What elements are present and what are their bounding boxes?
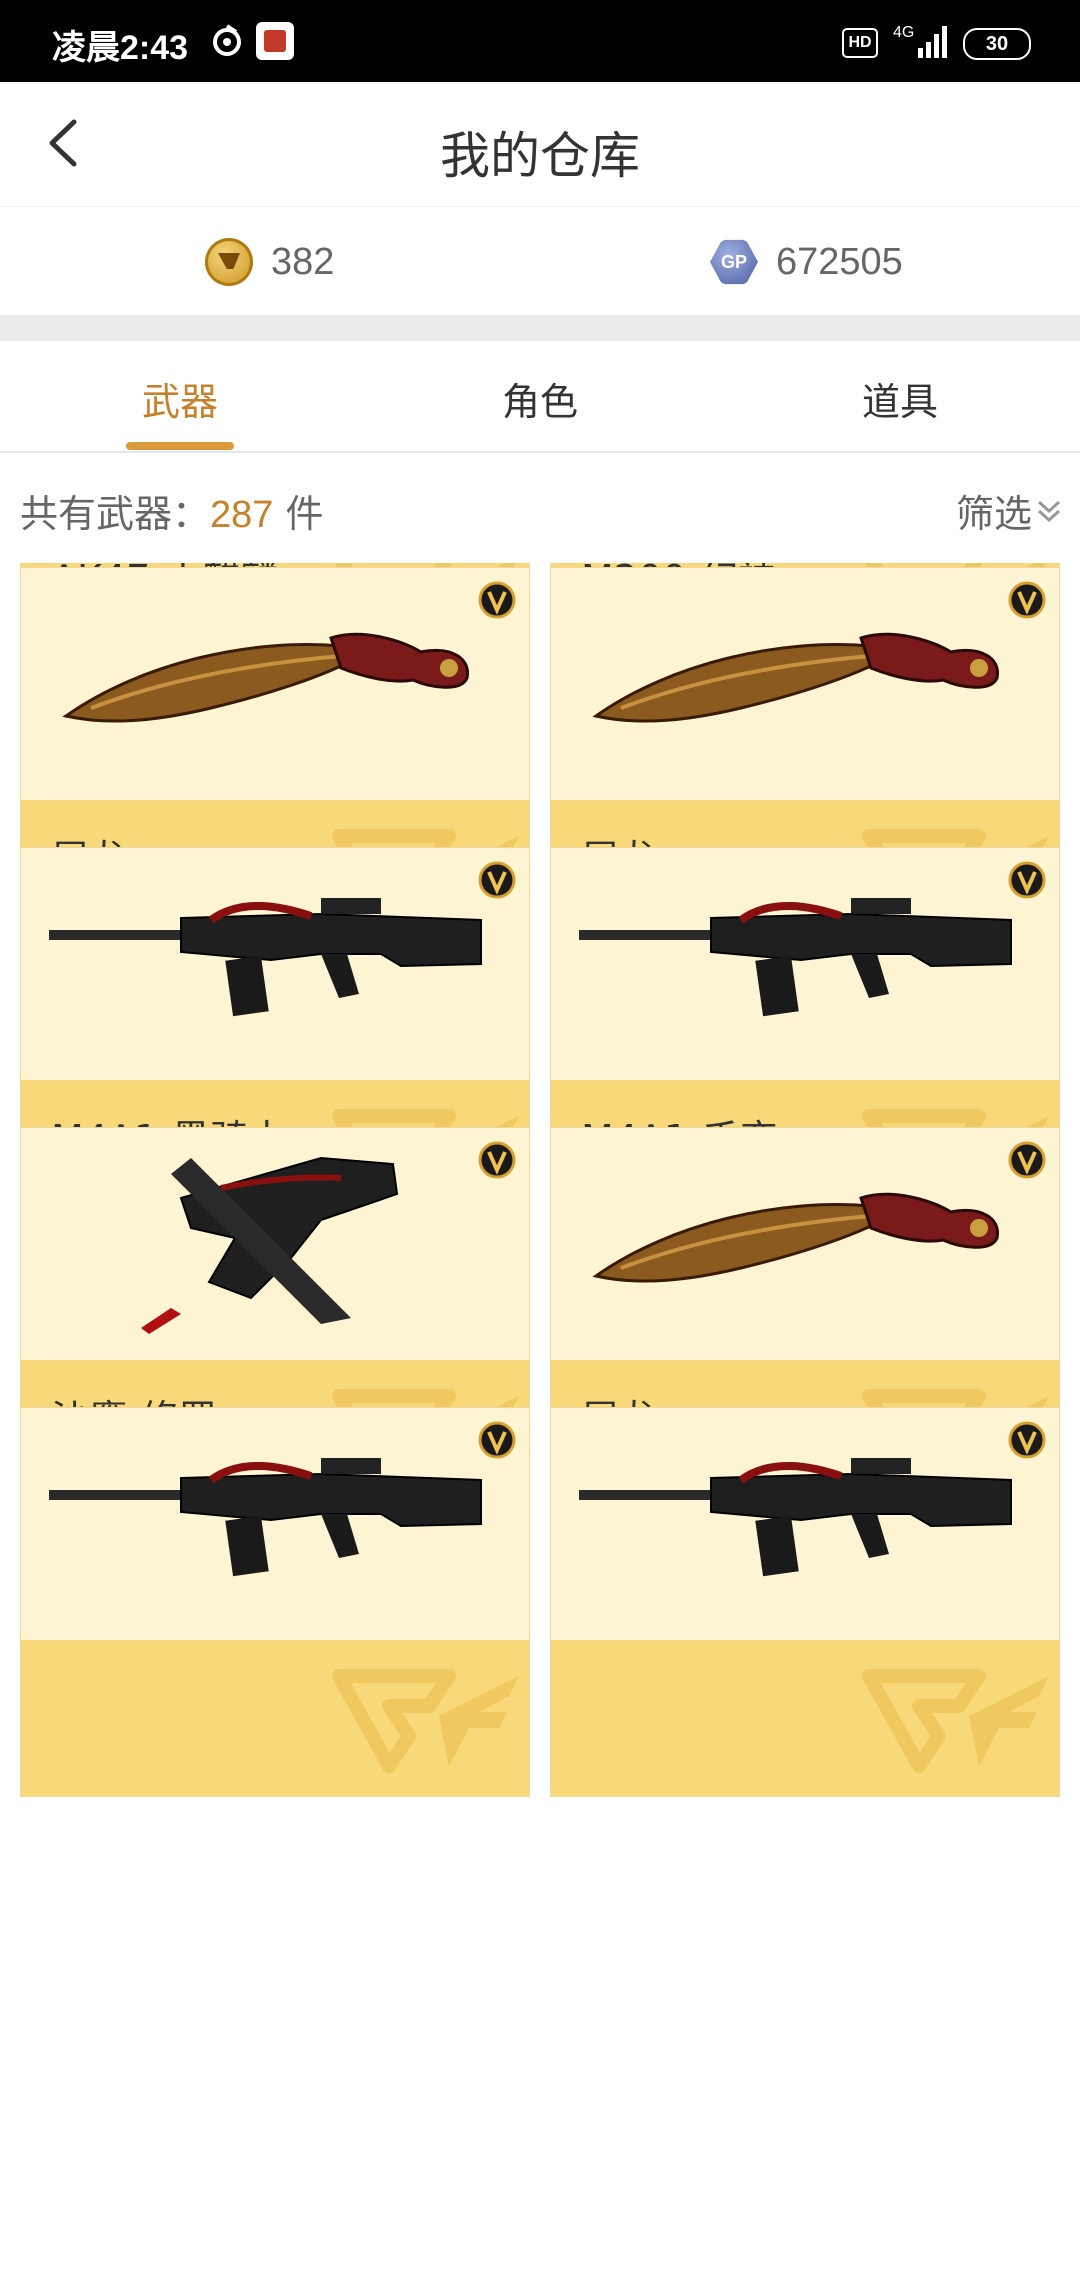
gp-balance-value: 672505 bbox=[776, 240, 903, 283]
weapon-image bbox=[551, 1408, 1059, 1640]
weapon-count-value: 287 bbox=[210, 494, 274, 536]
filter-label: 筛选 bbox=[955, 492, 1032, 536]
vip-badge-icon bbox=[478, 1141, 516, 1179]
cf-balance-value: 382 bbox=[271, 240, 335, 283]
weapon-info bbox=[551, 1640, 1059, 1796]
category-tabs: 武器 角色 道具 bbox=[0, 341, 1080, 453]
weapon-image bbox=[21, 568, 529, 800]
filter-button[interactable]: 筛选 bbox=[956, 483, 1062, 538]
weapon-info bbox=[21, 1640, 529, 1796]
filter-bar: 共有武器：287 件 筛选 bbox=[0, 453, 1080, 563]
vip-badge-icon bbox=[478, 861, 516, 899]
cf-watermark-icon bbox=[332, 1669, 519, 1773]
cf-coin-icon bbox=[205, 238, 253, 286]
notification-app-icon-2 bbox=[256, 22, 294, 60]
gp-coin-icon: GP bbox=[710, 239, 758, 285]
tab-weapons[interactable]: 武器 bbox=[0, 371, 360, 426]
tab-items[interactable]: 道具 bbox=[720, 371, 1080, 426]
hd-icon: HD bbox=[842, 28, 878, 58]
weapon-image bbox=[21, 1408, 529, 1640]
currency-bar: 382 GP 672505 bbox=[0, 207, 1080, 315]
cf-balance: 382 bbox=[205, 237, 334, 287]
tab-characters[interactable]: 角色 bbox=[360, 371, 720, 426]
vip-badge-icon bbox=[478, 581, 516, 619]
vip-badge-icon bbox=[1008, 581, 1046, 619]
signal-icon bbox=[918, 24, 948, 58]
app-header: 我的仓库 bbox=[0, 82, 1080, 207]
notification-app-icon bbox=[213, 24, 241, 56]
weapon-image bbox=[551, 1128, 1059, 1360]
vip-badge-icon bbox=[1008, 1141, 1046, 1179]
cf-watermark-icon bbox=[862, 1669, 1049, 1773]
vip-badge-icon bbox=[1008, 861, 1046, 899]
weapon-count: 共有武器：287 件 bbox=[20, 483, 324, 538]
gp-balance: GP 672505 bbox=[710, 237, 903, 287]
weapon-count-label: 共有武器： bbox=[20, 492, 211, 536]
status-bar: 凌晨2:43 HD 4G 30 bbox=[0, 0, 1080, 82]
weapon-card[interactable] bbox=[550, 1407, 1060, 1797]
battery-icon: 30 bbox=[963, 28, 1031, 60]
status-time: 凌晨2:43 bbox=[52, 29, 189, 67]
active-tab-indicator bbox=[126, 442, 234, 450]
weapon-image bbox=[551, 568, 1059, 800]
weapon-image bbox=[21, 1128, 529, 1360]
double-chevron-down-icon bbox=[1037, 500, 1061, 522]
vip-badge-icon bbox=[478, 1421, 516, 1459]
vip-badge-icon bbox=[1008, 1421, 1046, 1459]
section-divider bbox=[0, 315, 1080, 341]
weapon-grid: AK47-火麒麟永久M200-幻神永久屠龙29天14小时屠龙29天14小时M4A… bbox=[0, 563, 1080, 2280]
weapon-image bbox=[551, 848, 1059, 1080]
weapon-count-unit: 件 bbox=[273, 492, 324, 536]
network-type: 4G bbox=[893, 24, 915, 41]
weapon-image bbox=[21, 848, 529, 1080]
page-title: 我的仓库 bbox=[440, 127, 640, 185]
weapon-card[interactable] bbox=[20, 1407, 530, 1797]
